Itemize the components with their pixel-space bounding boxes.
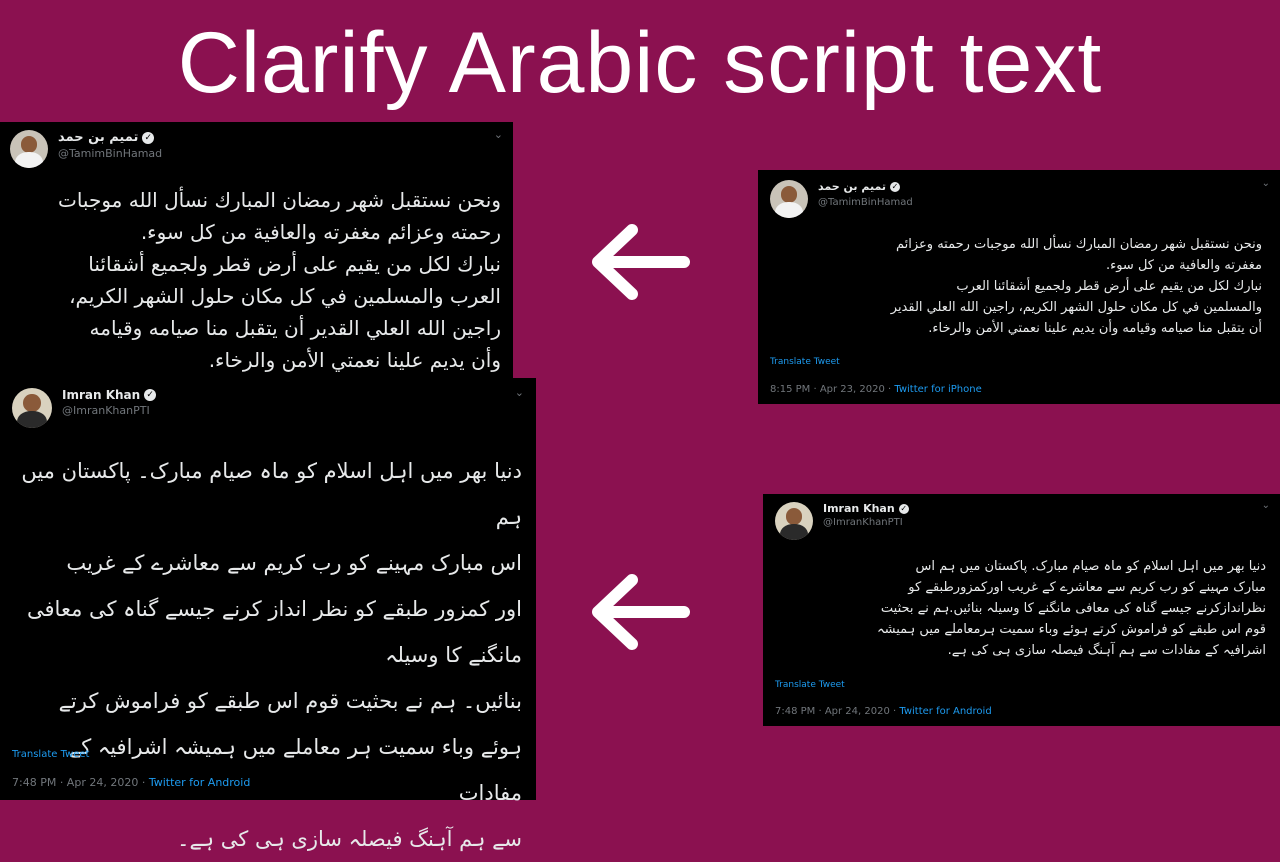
avatar[interactable]	[775, 502, 813, 540]
tweet-text: ونحن نستقبل شهر رمضان المبارك نسأل الله …	[58, 188, 501, 372]
tweet-source[interactable]: Twitter for Android	[899, 706, 991, 717]
translate-tweet-link[interactable]: Translate Tweet	[12, 749, 89, 760]
handle[interactable]: @ImranKhanPTI	[62, 404, 156, 417]
left-arrow-icon	[592, 224, 690, 300]
tweet-timestamp[interactable]: 8:15 PM · Apr 23, 2020 ·	[770, 384, 894, 395]
translate-tweet-link[interactable]: Translate Tweet	[775, 680, 845, 690]
verified-badge-icon: ✓	[898, 503, 909, 514]
page-headline: Clarify Arabic script text	[177, 15, 1103, 111]
verified-badge-icon: ✓	[144, 389, 157, 401]
tweet-source[interactable]: Twitter for Android	[149, 776, 251, 789]
tweet-timestamp[interactable]: 7:48 PM · Apr 24, 2020 ·	[12, 776, 149, 789]
handle[interactable]: @ImranKhanPTI	[823, 517, 909, 528]
tweet-card-imran-enlarged: Imran Khan ✓ @ImranKhanPTI ⌄ دنیا بھر می…	[0, 378, 536, 851]
chevron-down-icon[interactable]: ⌄	[1262, 178, 1270, 189]
tweet-card-tamim-enlarged: تميم بن حمد ✓ @TamimBinHamad ⌄ ونحن نستق…	[0, 122, 513, 380]
tweet-text: ونحن نستقبل شهر رمضان المبارك نسأل الله …	[890, 237, 1262, 336]
tweet-timestamp[interactable]: 7:48 PM · Apr 24, 2020 ·	[775, 706, 899, 717]
translate-tweet-link[interactable]: Translate Tweet	[770, 357, 840, 367]
verified-badge-icon: ✓	[889, 181, 900, 192]
display-name[interactable]: Imran Khan	[823, 502, 895, 515]
display-name[interactable]: Imran Khan	[62, 388, 140, 402]
chevron-down-icon[interactable]: ⌄	[494, 128, 503, 141]
tweet-source[interactable]: Twitter for iPhone	[894, 384, 981, 395]
verified-badge-icon: ✓	[142, 131, 155, 144]
chevron-down-icon[interactable]: ⌄	[515, 386, 524, 399]
handle[interactable]: @TamimBinHamad	[818, 197, 913, 208]
tweet-meta: 7:48 PM · Apr 24, 2020 · Twitter for And…	[12, 776, 250, 789]
tweet-meta: 7:48 PM · Apr 24, 2020 · Twitter for And…	[775, 706, 992, 717]
handle[interactable]: @TamimBinHamad	[58, 147, 162, 160]
tweet-meta: 8:15 PM · Apr 23, 2020 · Twitter for iPh…	[770, 384, 982, 395]
display-name[interactable]: تميم بن حمد	[58, 130, 138, 145]
left-arrow-icon	[592, 574, 690, 650]
avatar[interactable]	[10, 130, 48, 168]
chevron-down-icon[interactable]: ⌄	[1262, 500, 1270, 511]
avatar[interactable]	[12, 388, 52, 428]
avatar[interactable]	[770, 180, 808, 218]
tweet-text: دنیا بھر میں اہل اسلام کو ماہ صیام مبارک…	[877, 559, 1266, 658]
tweet-card-imran-original: Imran Khan ✓ @ImranKhanPTI ⌄ دنیا بھر می…	[763, 494, 1280, 726]
tweet-card-tamim-original: تميم بن حمد ✓ @TamimBinHamad ⌄ ونحن نستق…	[758, 170, 1280, 404]
display-name[interactable]: تميم بن حمد	[818, 180, 886, 193]
